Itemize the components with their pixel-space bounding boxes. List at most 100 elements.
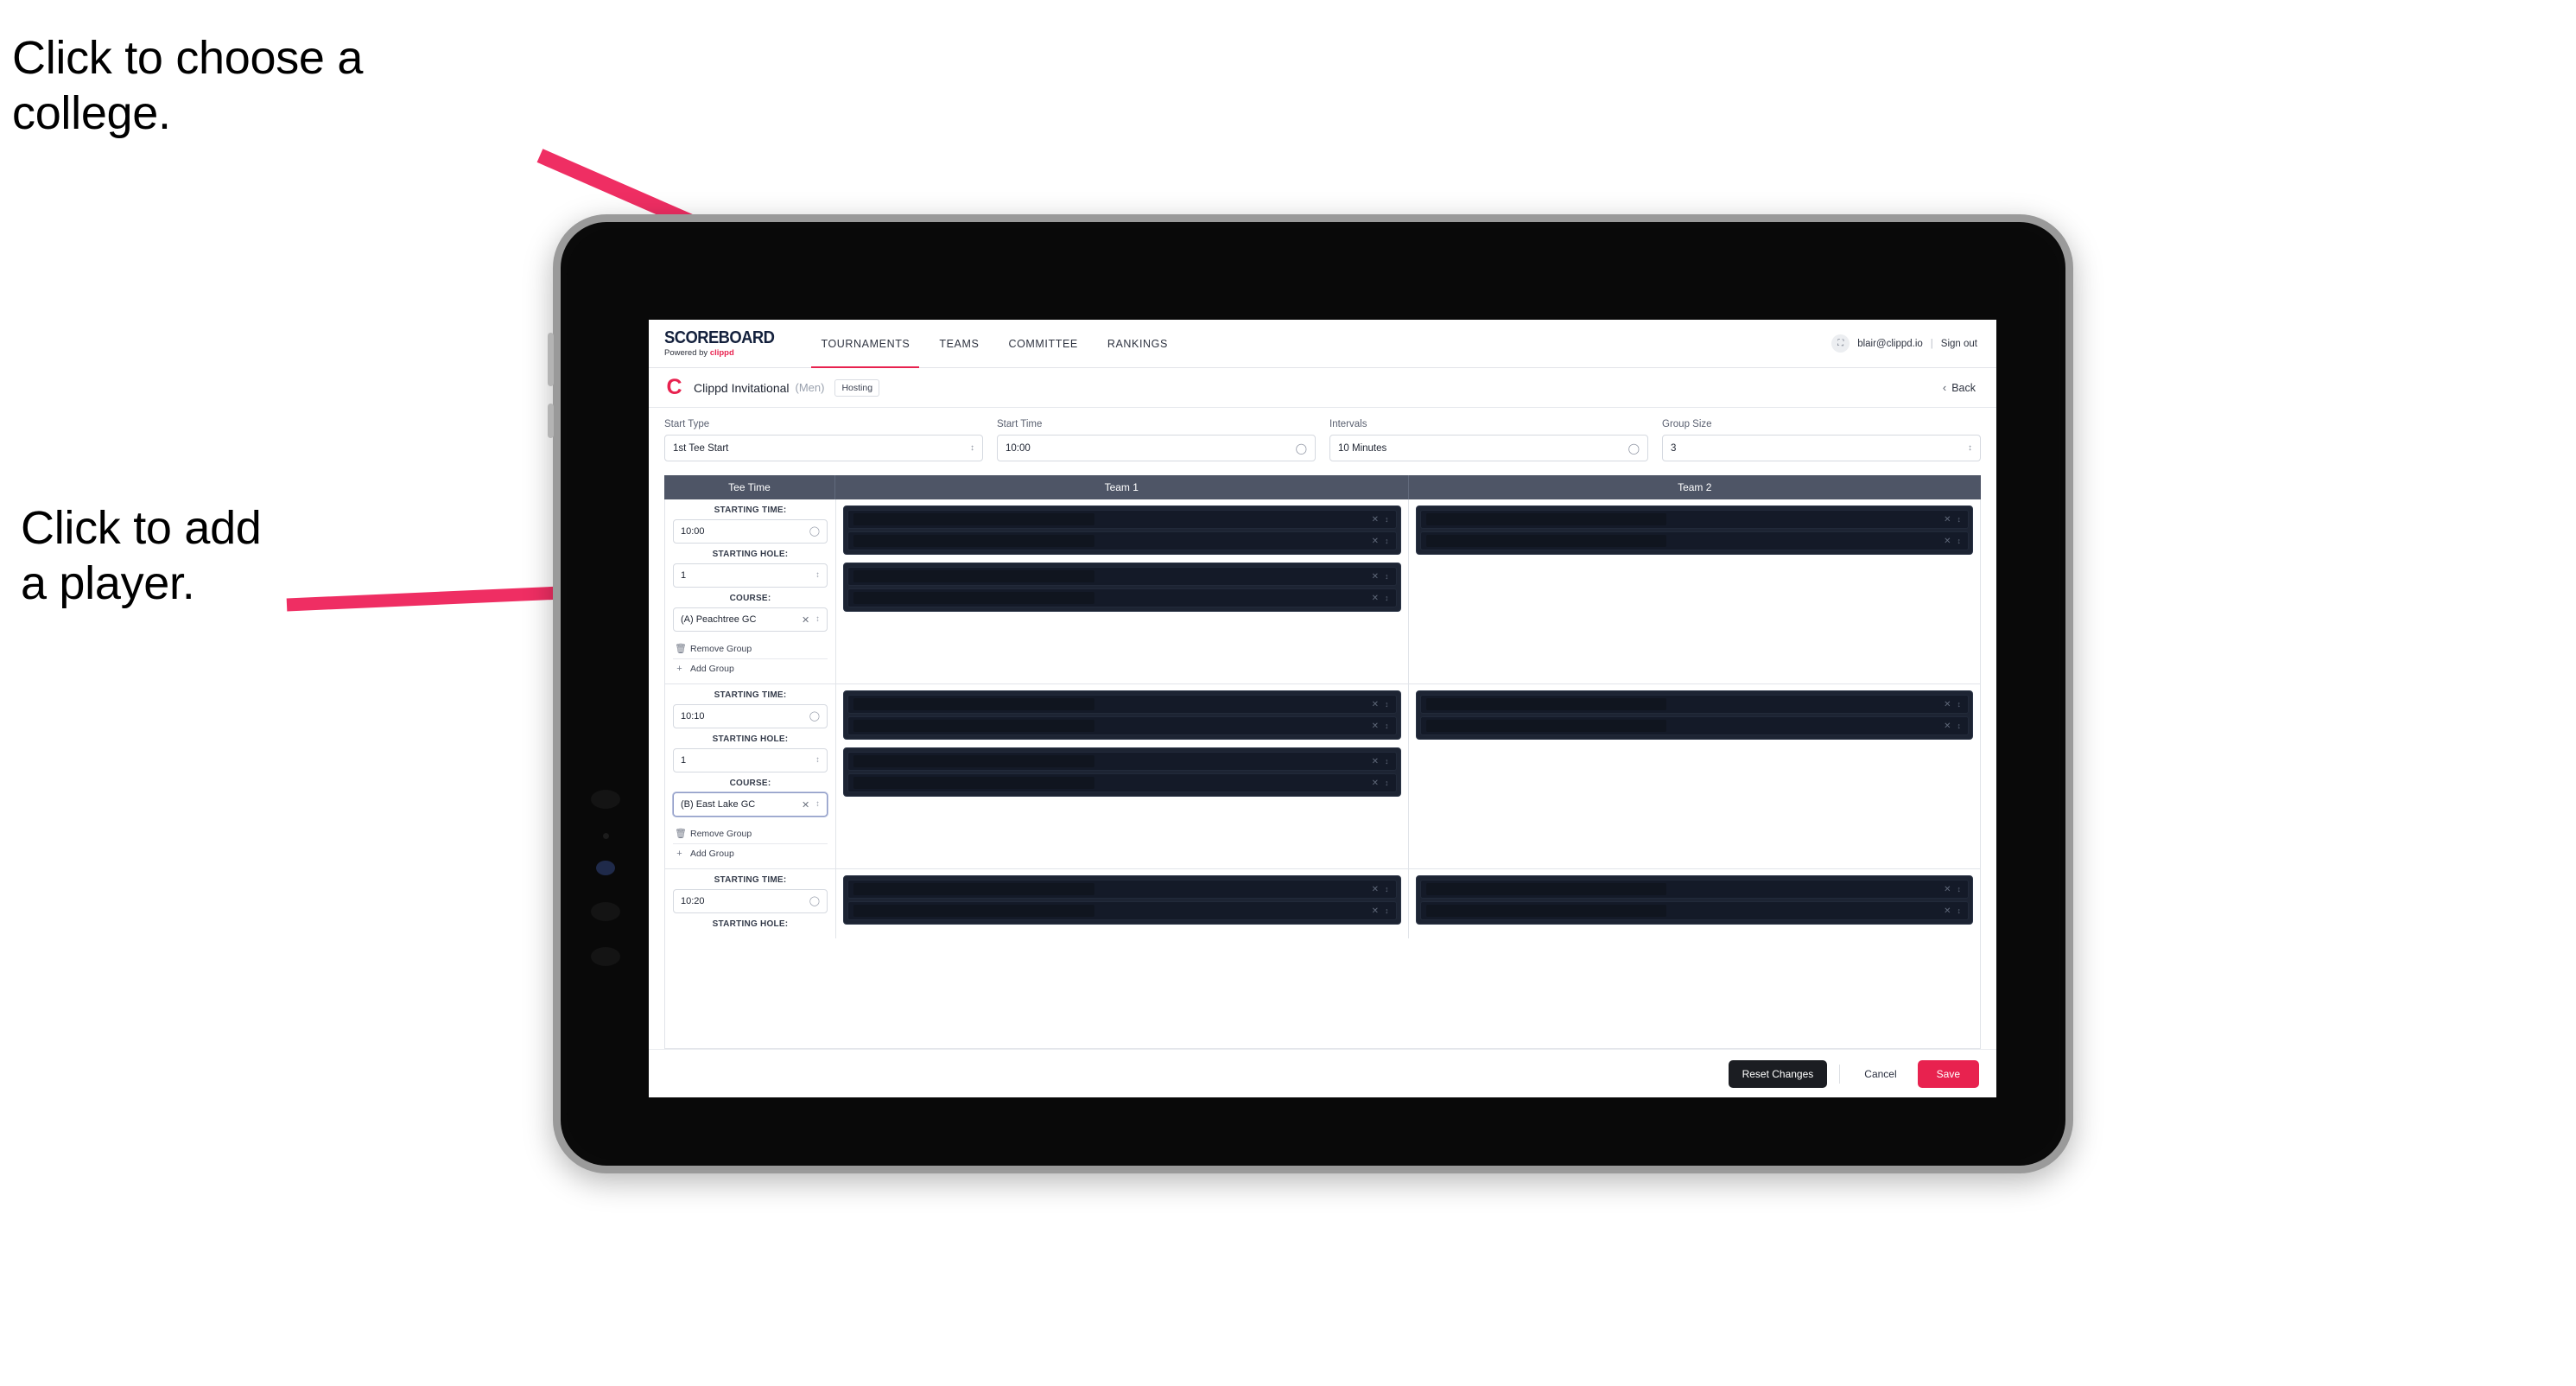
- course-select[interactable]: (B) East Lake GC ✕ ↕: [673, 792, 828, 817]
- clear-icon[interactable]: ✕: [1944, 537, 1957, 546]
- tablet-side-button-volume-up[interactable]: [548, 333, 554, 386]
- player-slot[interactable]: ✕ ↕: [847, 588, 1397, 607]
- player-slot[interactable]: ✕ ↕: [1419, 510, 1969, 529]
- clear-icon[interactable]: ✕: [1372, 757, 1385, 766]
- player-name-redacted: [853, 570, 1094, 582]
- scoreboard-logo[interactable]: SCOREBOARD Powered by clippd: [664, 329, 784, 358]
- player-slot[interactable]: ✕ ↕: [1419, 531, 1969, 550]
- stepper-icon[interactable]: ↕: [1385, 722, 1389, 730]
- back-button[interactable]: ‹ Back: [1943, 381, 1981, 394]
- sign-out-link[interactable]: Sign out: [1941, 339, 1977, 349]
- clear-icon[interactable]: ✕: [1944, 700, 1957, 709]
- clear-icon[interactable]: ✕: [802, 614, 815, 626]
- stepper-icon[interactable]: ↕: [815, 800, 820, 809]
- starting-hole-value: 1: [681, 755, 687, 766]
- remove-group-button[interactable]: 🗑 Remove Group: [673, 823, 828, 843]
- remove-group-button[interactable]: 🗑 Remove Group: [673, 639, 828, 658]
- player-slot[interactable]: ✕ ↕: [847, 531, 1397, 550]
- player-slot[interactable]: ✕ ↕: [847, 901, 1397, 920]
- clear-icon[interactable]: ✕: [1944, 885, 1957, 894]
- starting-hole-label: STARTING HOLE:: [712, 550, 789, 559]
- starting-time-input[interactable]: 10:10 ◯: [673, 704, 828, 728]
- player-slot[interactable]: ✕ ↕: [1419, 716, 1969, 735]
- tab-rankings[interactable]: RANKINGS: [1093, 320, 1183, 367]
- clear-icon[interactable]: ✕: [1944, 515, 1957, 525]
- control-start-time: Start Time 10:00 ◯: [997, 419, 1316, 461]
- clock-icon[interactable]: ◯: [809, 711, 820, 722]
- stepper-icon[interactable]: ↕: [815, 756, 820, 765]
- plus-icon: +: [676, 664, 682, 674]
- starting-hole-input[interactable]: 1 ↕: [673, 563, 828, 588]
- stepper-icon[interactable]: ↕: [1385, 885, 1389, 893]
- stepper-icon[interactable]: ↕: [1385, 572, 1389, 581]
- cancel-button[interactable]: Cancel: [1852, 1060, 1908, 1088]
- starting-time-input[interactable]: 10:20 ◯: [673, 889, 828, 913]
- stepper-icon[interactable]: ↕: [815, 615, 820, 624]
- stepper-icon[interactable]: ↕: [1385, 515, 1389, 524]
- clear-icon[interactable]: ✕: [1372, 885, 1385, 894]
- clock-icon[interactable]: ◯: [1296, 443, 1307, 454]
- player-slot[interactable]: ✕ ↕: [1419, 880, 1969, 899]
- top-navigation-bar: SCOREBOARD Powered by clippd TOURNAMENTS…: [649, 320, 1996, 368]
- tab-tournaments[interactable]: TOURNAMENTS: [806, 320, 924, 368]
- stepper-icon[interactable]: ↕: [1957, 537, 1962, 545]
- course-select[interactable]: (A) Peachtree GC ✕ ↕: [673, 607, 828, 632]
- stepper-icon[interactable]: ↕: [1385, 594, 1389, 602]
- stepper-icon[interactable]: ↕: [1385, 700, 1389, 709]
- clear-icon[interactable]: ✕: [1372, 779, 1385, 788]
- player-slot[interactable]: ✕ ↕: [847, 695, 1397, 714]
- tablet-screen-bezel: SCOREBOARD Powered by clippd TOURNAMENTS…: [567, 228, 2059, 1160]
- stepper-icon[interactable]: ↕: [1957, 885, 1962, 893]
- add-group-button[interactable]: + Add Group: [673, 843, 828, 863]
- clear-icon[interactable]: ✕: [1372, 722, 1385, 731]
- stepper-icon[interactable]: ↕: [1385, 757, 1389, 766]
- tablet-side-button-volume-down[interactable]: [548, 404, 554, 438]
- group-size-stepper[interactable]: 3 ↕: [1662, 435, 1981, 461]
- clear-icon[interactable]: ✕: [802, 799, 815, 811]
- reset-changes-button[interactable]: Reset Changes: [1728, 1059, 1828, 1088]
- player-slot[interactable]: ✕ ↕: [1419, 901, 1969, 920]
- player-slot[interactable]: ✕ ↕: [847, 752, 1397, 771]
- clock-icon[interactable]: ◯: [809, 526, 820, 537]
- player-slot[interactable]: ✕ ↕: [847, 773, 1397, 792]
- user-avatar-icon[interactable]: ⛶: [1831, 334, 1850, 353]
- start-type-select[interactable]: 1st Tee Start ↕: [664, 435, 983, 461]
- stepper-icon[interactable]: ↕: [1957, 722, 1962, 730]
- starting-time-input[interactable]: 10:00 ◯: [673, 519, 828, 544]
- starting-hole-input[interactable]: 1 ↕: [673, 748, 828, 772]
- player-slot[interactable]: ✕ ↕: [847, 716, 1397, 735]
- clear-icon[interactable]: ✕: [1372, 537, 1385, 546]
- add-group-button[interactable]: + Add Group: [673, 658, 828, 678]
- clock-icon[interactable]: ◯: [1628, 443, 1640, 454]
- stepper-icon[interactable]: ↕: [1957, 515, 1962, 524]
- stepper-icon[interactable]: ↕: [1968, 443, 1972, 453]
- stepper-icon[interactable]: ↕: [1385, 537, 1389, 545]
- stepper-icon[interactable]: ↕: [1385, 906, 1389, 915]
- stepper-icon[interactable]: ↕: [1957, 906, 1962, 915]
- intervals-input[interactable]: 10 Minutes ◯: [1329, 435, 1648, 461]
- player-slot[interactable]: ✕ ↕: [1419, 695, 1969, 714]
- stepper-icon[interactable]: ↕: [1385, 779, 1389, 787]
- clear-icon[interactable]: ✕: [1944, 722, 1957, 731]
- save-button[interactable]: Save: [1917, 1059, 1979, 1088]
- stepper-icon[interactable]: ↕: [1957, 700, 1962, 709]
- player-slot[interactable]: ✕ ↕: [847, 510, 1397, 529]
- start-time-input[interactable]: 10:00 ◯: [997, 435, 1316, 461]
- stepper-icon[interactable]: ↕: [815, 571, 820, 580]
- clear-icon[interactable]: ✕: [1372, 906, 1385, 916]
- clear-icon[interactable]: ✕: [1372, 700, 1385, 709]
- clear-icon[interactable]: ✕: [1372, 515, 1385, 525]
- player-name-redacted: [853, 513, 1094, 525]
- player-slot[interactable]: ✕ ↕: [847, 880, 1397, 899]
- clear-icon[interactable]: ✕: [1372, 572, 1385, 582]
- clock-icon[interactable]: ◯: [809, 896, 820, 906]
- clear-icon[interactable]: ✕: [1944, 906, 1957, 916]
- clear-icon[interactable]: ✕: [1372, 594, 1385, 603]
- player-slot[interactable]: ✕ ↕: [847, 567, 1397, 586]
- stepper-icon[interactable]: ↕: [970, 443, 974, 453]
- tab-teams[interactable]: TEAMS: [924, 320, 993, 367]
- tee-times-table-body[interactable]: STARTING TIME: 10:00 ◯ STARTING HOLE: 1 …: [664, 499, 1981, 1049]
- tab-committee[interactable]: COMMITTEE: [993, 320, 1092, 367]
- starting-hole-value: 1: [681, 570, 687, 581]
- starting-hole-label: STARTING HOLE:: [712, 919, 789, 929]
